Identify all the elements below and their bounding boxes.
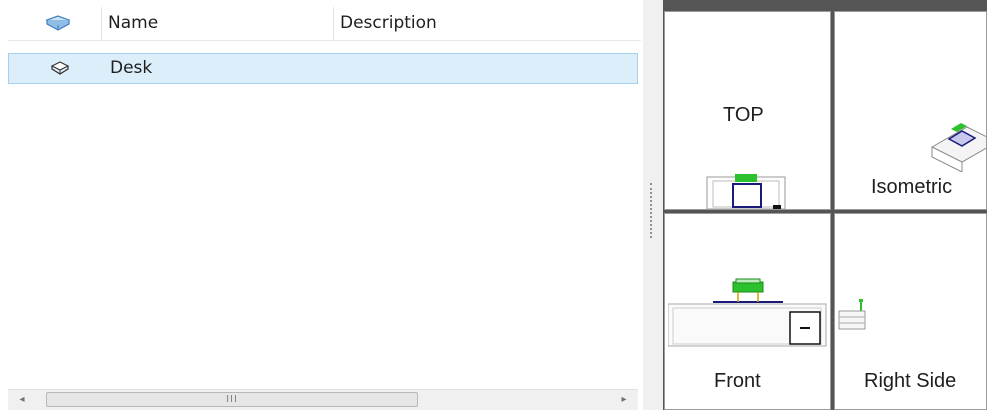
desk-top-drawing bbox=[706, 174, 786, 209]
top-view[interactable]: TOP bbox=[664, 11, 831, 210]
isometric-view-label: Isometric bbox=[871, 176, 953, 198]
book-icon bbox=[45, 15, 71, 31]
splitter-grip bbox=[650, 183, 654, 238]
scroll-left-arrow-icon[interactable]: ◂ bbox=[8, 390, 36, 410]
front-view[interactable]: Front bbox=[664, 213, 831, 410]
pane-splitter[interactable] bbox=[643, 0, 663, 410]
desk-front-drawing bbox=[668, 278, 827, 347]
top-view-label: TOP bbox=[723, 104, 764, 126]
isometric-view[interactable]: Isometric bbox=[834, 11, 987, 210]
scroll-right-arrow-icon[interactable]: ▸ bbox=[610, 390, 638, 410]
list-item[interactable]: Desk bbox=[8, 53, 638, 84]
column-header-description[interactable]: Description bbox=[334, 7, 641, 40]
component-list-pane: Name Description Desk ◂ III ▸ bbox=[0, 0, 644, 410]
list-item-name: Desk bbox=[110, 58, 153, 78]
column-header-name[interactable]: Name bbox=[102, 7, 334, 40]
right-side-view[interactable]: Right Side bbox=[834, 213, 987, 410]
header-icon-column[interactable] bbox=[8, 7, 102, 40]
horizontal-scrollbar[interactable]: ◂ III ▸ bbox=[8, 389, 638, 410]
desk-isometric-drawing bbox=[930, 123, 986, 172]
scroll-thumb-grip: III bbox=[226, 394, 238, 405]
view-grid: TOP Isometric Front Right Side bbox=[663, 0, 987, 410]
component-icon bbox=[51, 61, 69, 75]
desk-right-side-drawing bbox=[838, 299, 866, 330]
list-header: Name Description bbox=[8, 7, 641, 41]
right-side-view-label: Right Side bbox=[864, 370, 957, 392]
scroll-thumb[interactable]: III bbox=[46, 392, 418, 407]
front-view-label: Front bbox=[714, 370, 761, 392]
